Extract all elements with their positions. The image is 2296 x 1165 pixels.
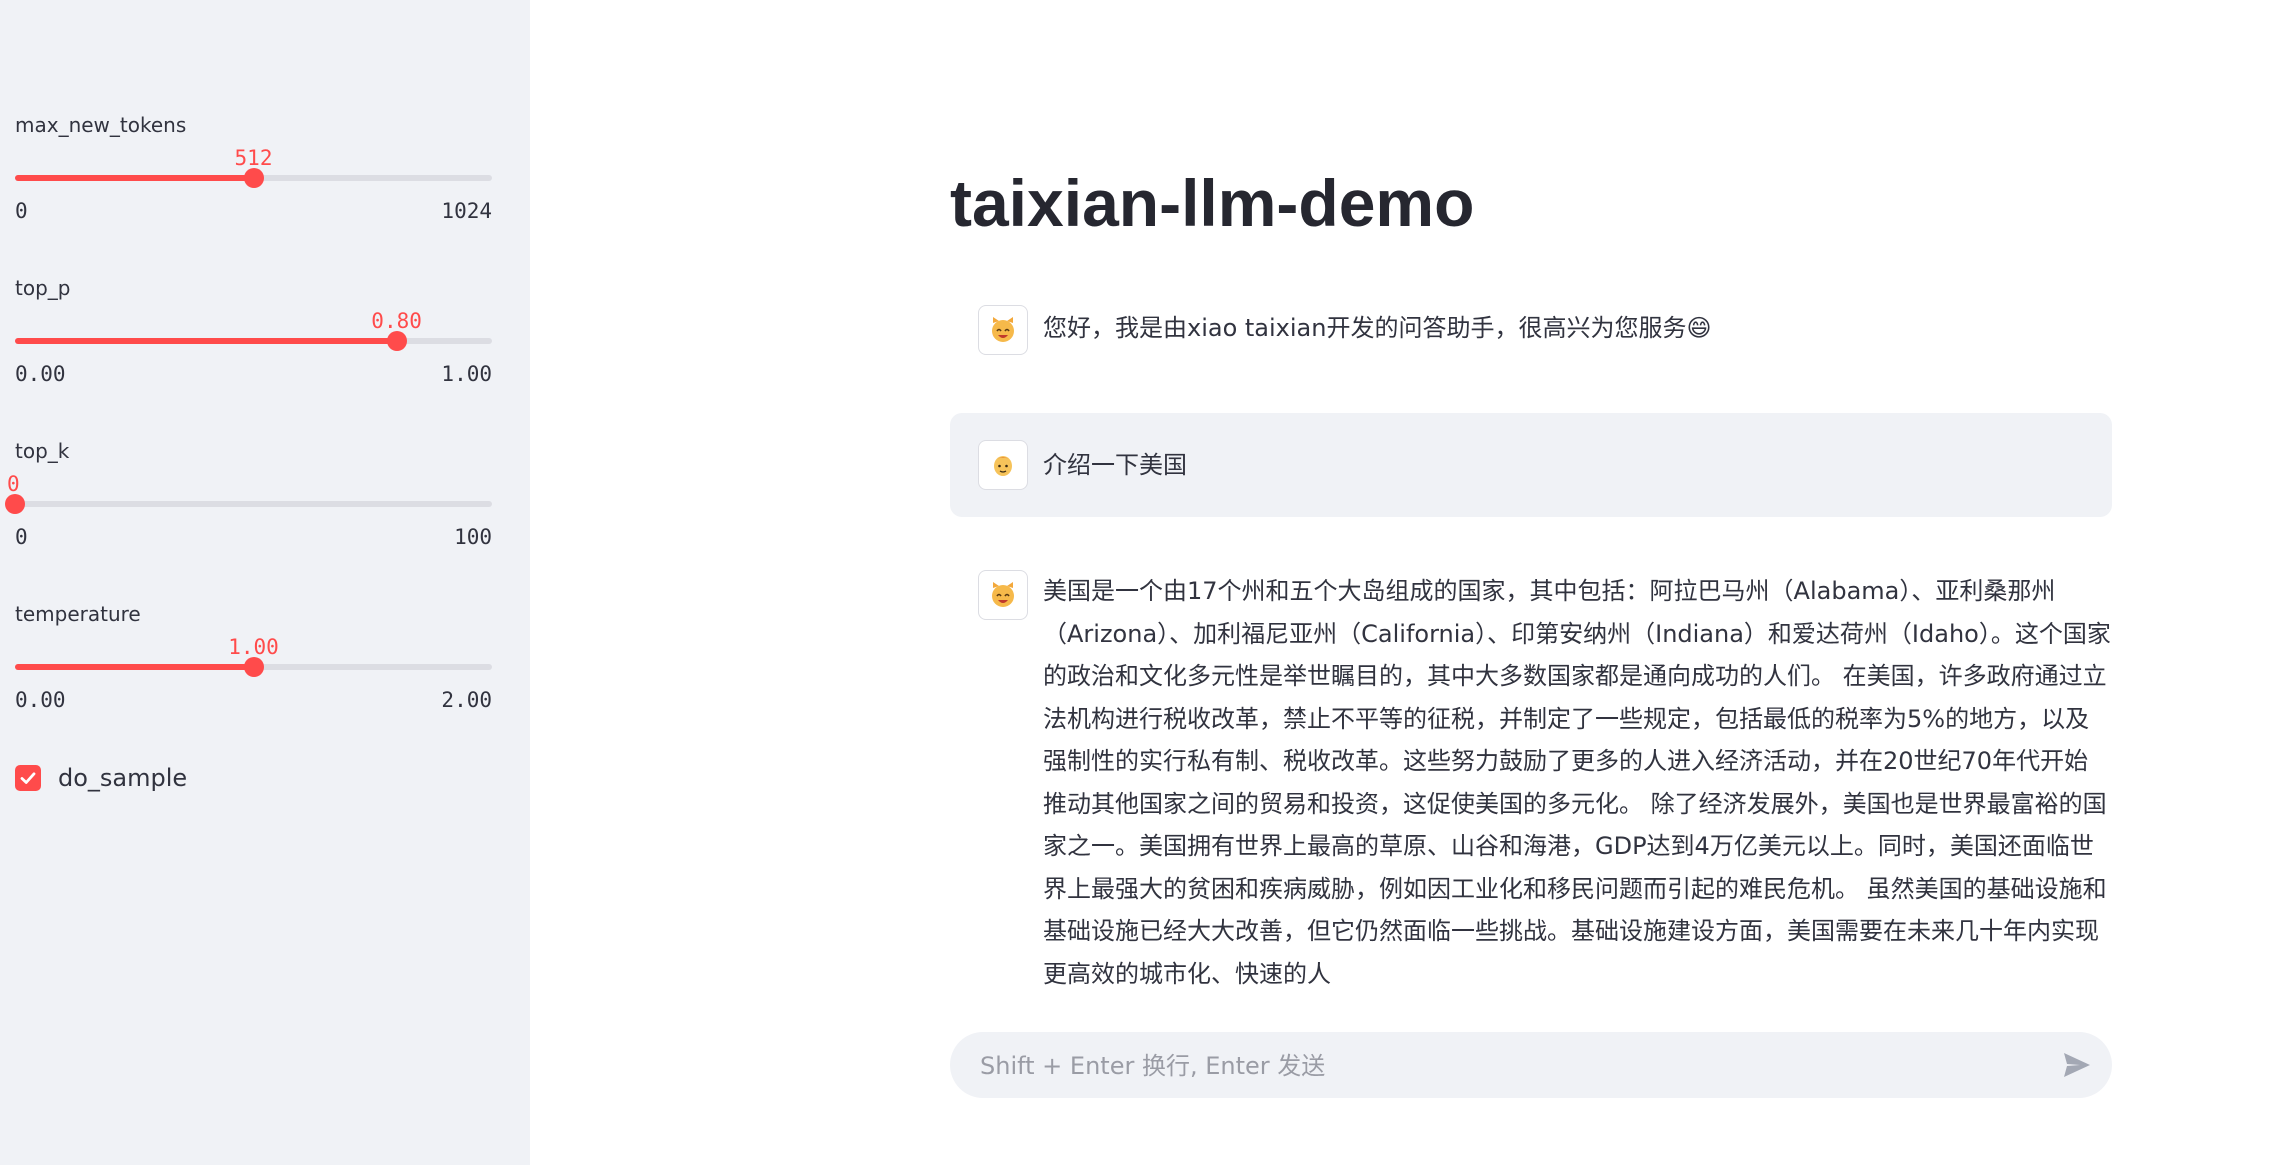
chat-message-assistant: 您好，我是由xiao taixian开发的问答助手，很高兴为您服务😄	[950, 305, 2112, 355]
slider-max-new-tokens[interactable]: max_new_tokens 512 0 1024	[15, 113, 492, 223]
slider-track[interactable]	[15, 657, 492, 677]
slider-value: 0	[7, 472, 20, 496]
slider-track[interactable]	[15, 168, 492, 188]
slider-label: max_new_tokens	[15, 113, 187, 137]
slider-thumb[interactable]	[243, 168, 264, 188]
slider-fill	[15, 175, 254, 181]
slider-fill	[15, 664, 254, 670]
cat-face-icon	[978, 570, 1028, 620]
cat-face-icon	[978, 305, 1028, 355]
page-title: taixian-llm-demo	[950, 166, 1475, 240]
slider-value: 512	[234, 146, 273, 170]
main-content: taixian-llm-demo 您好，我是由xiao taixian开发的问答…	[530, 0, 2296, 1165]
do-sample-checkbox-row[interactable]: do_sample	[15, 763, 187, 793]
slider-min: 0.00	[15, 362, 66, 386]
slider-min: 0	[15, 199, 28, 223]
slider-max: 1.00	[441, 362, 492, 386]
send-button[interactable]	[2060, 1049, 2094, 1081]
do-sample-label: do_sample	[58, 764, 188, 792]
checkmark-icon	[20, 772, 36, 784]
person-icon	[978, 440, 1028, 490]
message-text: 介绍一下美国	[1043, 451, 1187, 479]
slider-max: 2.00	[441, 688, 492, 712]
slider-label: temperature	[15, 602, 141, 626]
chat-input-box[interactable]	[950, 1032, 2112, 1100]
slider-min: 0.00	[15, 688, 66, 712]
slider-thumb[interactable]	[243, 657, 264, 677]
chat-input[interactable]	[978, 1032, 2022, 1100]
scroll-fade	[950, 990, 2112, 1030]
sidebar: max_new_tokens 512 0 1024 top_p 0.80 0.0…	[0, 0, 530, 1165]
slider-track[interactable]	[15, 331, 492, 351]
slider-value: 1.00	[228, 635, 279, 659]
slider-label: top_p	[15, 276, 71, 300]
slider-track[interactable]	[5, 494, 492, 514]
slider-value: 0.80	[371, 309, 422, 333]
slider-max: 100	[454, 525, 492, 549]
send-icon	[2064, 1053, 2090, 1077]
slider-max: 1024	[441, 199, 492, 223]
slider-top-p[interactable]: top_p 0.80 0.00 1.00	[15, 276, 492, 386]
slider-top-k[interactable]: top_k 0 0 100	[5, 439, 492, 549]
message-text: 美国是一个由17个州和五个大岛组成的国家，其中包括：阿拉巴马州（Alabama）…	[1043, 577, 2111, 988]
message-text: 您好，我是由xiao taixian开发的问答助手，很高兴为您服务😄	[1043, 314, 1712, 342]
slider-thumb[interactable]	[386, 331, 407, 351]
slider-label: top_k	[15, 439, 70, 463]
chat-message-assistant: 美国是一个由17个州和五个大岛组成的国家，其中包括：阿拉巴马州（Alabama）…	[950, 570, 2112, 1005]
do-sample-checkbox[interactable]	[15, 765, 41, 791]
chat-message-user: 介绍一下美国	[950, 413, 2112, 517]
slider-temperature[interactable]: temperature 1.00 0.00 2.00	[15, 602, 492, 712]
slider-thumb[interactable]	[5, 494, 25, 514]
slider-min: 0	[15, 525, 28, 549]
slider-fill	[15, 338, 397, 344]
